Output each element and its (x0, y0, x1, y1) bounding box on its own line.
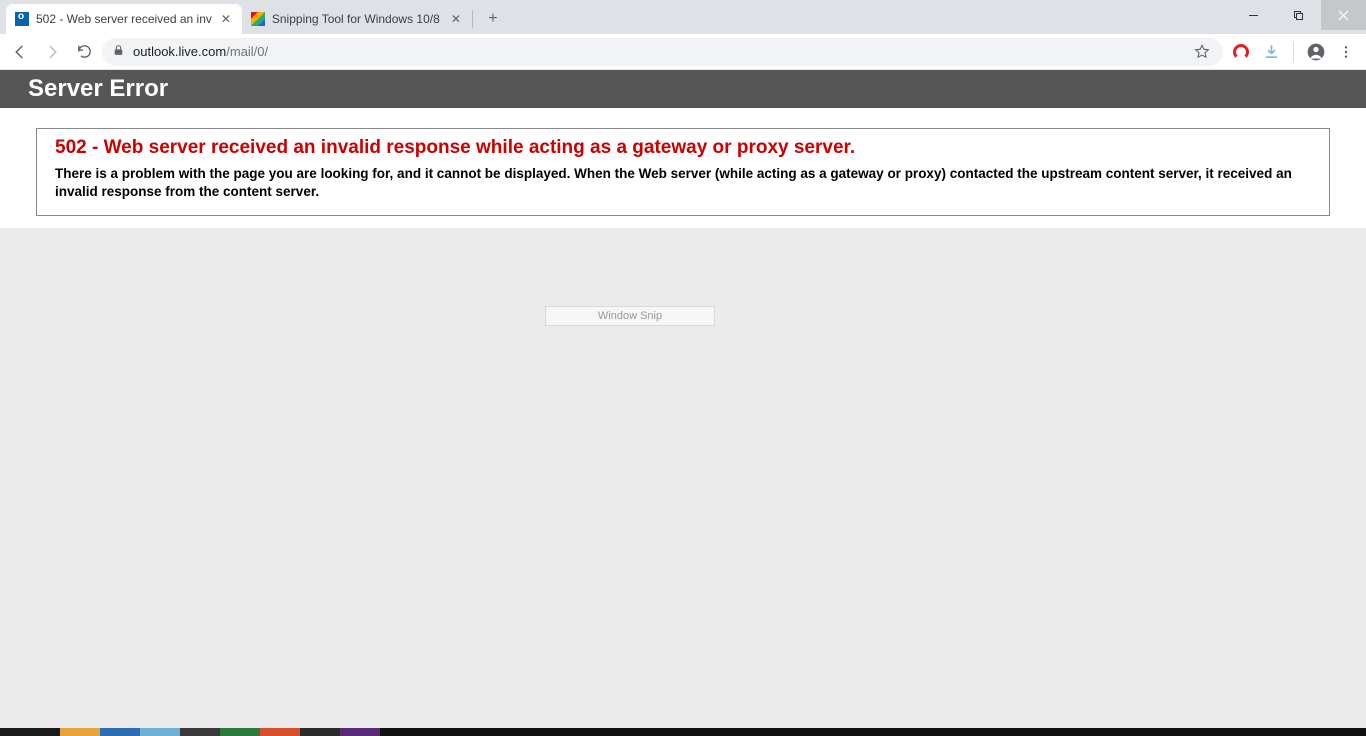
new-tab-button[interactable]: + (479, 5, 507, 33)
window-close-button[interactable] (1321, 0, 1366, 30)
toolbar-separator (1293, 42, 1294, 62)
close-tab-icon[interactable]: ✕ (218, 11, 234, 27)
window-minimize-button[interactable] (1231, 0, 1276, 30)
tabs-container: 502 - Web server received an inv ✕ Snipp… (0, 0, 507, 34)
chrome-menu-icon[interactable] (1332, 38, 1360, 66)
window-tab-strip: 502 - Web server received an inv ✕ Snipp… (0, 0, 1366, 34)
window-maximize-button[interactable] (1276, 0, 1321, 30)
reload-button[interactable] (70, 38, 98, 66)
profile-avatar-icon[interactable] (1302, 38, 1330, 66)
browser-tab[interactable]: Snipping Tool for Windows 10/8 ✕ (242, 4, 472, 34)
server-error-header: Server Error (0, 70, 1366, 108)
bookmark-star-icon[interactable] (1191, 41, 1213, 63)
browser-tab-active[interactable]: 502 - Web server received an inv ✕ (6, 4, 242, 34)
error-box: 502 - Web server received an invalid res… (36, 128, 1330, 216)
outlook-favicon-icon (14, 11, 30, 27)
error-description: There is a problem with the page you are… (55, 165, 1311, 201)
tab-title: 502 - Web server received an inv (36, 12, 212, 26)
tab-divider (472, 10, 473, 28)
error-title: 502 - Web server received an invalid res… (55, 137, 1311, 159)
browser-toolbar: outlook.live.com/mail/0/ (0, 34, 1366, 70)
error-content-wrap: 502 - Web server received an invalid res… (0, 108, 1366, 228)
tab-title: Snipping Tool for Windows 10/8 (272, 12, 442, 26)
extension-opera-icon[interactable] (1227, 38, 1255, 66)
address-bar[interactable]: outlook.live.com/mail/0/ (102, 38, 1223, 66)
url-host: outlook.live.com (133, 44, 226, 59)
page-viewport: Server Error 502 - Web server received a… (0, 70, 1366, 736)
window-snip-tooltip: Window Snip (545, 306, 715, 326)
url-path: /mail/0/ (226, 44, 268, 59)
toolbar-right-icons (1227, 38, 1360, 66)
back-button[interactable] (6, 38, 34, 66)
snipping-favicon-icon (250, 11, 266, 27)
close-tab-icon[interactable]: ✕ (448, 11, 464, 27)
download-icon[interactable] (1257, 38, 1285, 66)
taskbar-sliver (0, 728, 1366, 736)
window-controls (1231, 0, 1366, 30)
forward-button[interactable] (38, 38, 66, 66)
lock-icon (112, 44, 125, 60)
url-text: outlook.live.com/mail/0/ (133, 44, 1183, 59)
